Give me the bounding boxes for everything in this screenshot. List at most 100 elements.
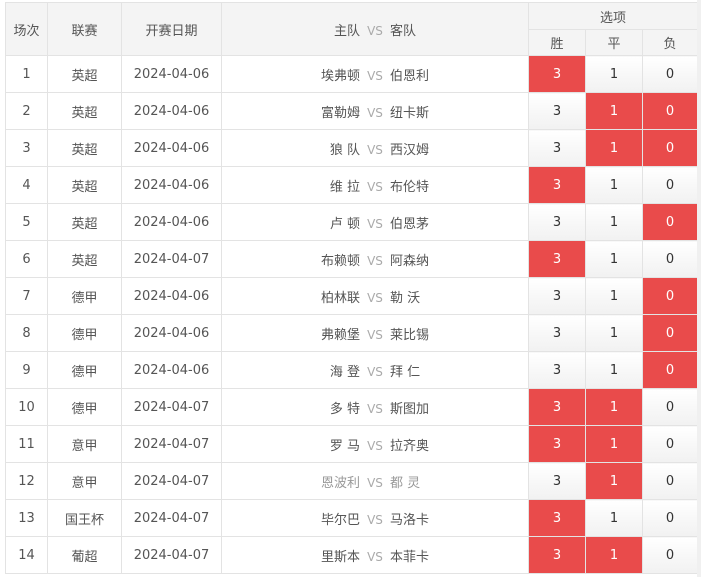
lose-option-button[interactable]: 0 — [641, 55, 699, 93]
win-option-button[interactable]: 3 — [528, 129, 586, 167]
round-number: 1 — [5, 55, 48, 93]
match-teams: 布赖顿 VS 阿森纳 — [221, 240, 529, 278]
away-team: 都 灵 — [390, 475, 421, 491]
lose-option-button[interactable]: 0 — [641, 166, 699, 204]
round-number: 5 — [5, 203, 48, 241]
away-team: 勒 沃 — [390, 290, 421, 306]
lose-option-button[interactable]: 0 — [641, 388, 699, 426]
draw-option-button[interactable]: 1 — [585, 240, 643, 278]
round-number: 7 — [5, 277, 48, 315]
lose-option-button[interactable]: 0 — [641, 203, 699, 241]
vs-label: VS — [367, 364, 383, 379]
draw-option-button[interactable]: 1 — [585, 536, 643, 574]
draw-option-button[interactable]: 1 — [585, 277, 643, 315]
match-row: 7 德甲 2024-04-06 柏林联 VS 勒 沃 310 — [5, 277, 699, 315]
header-win: 胜 — [528, 29, 586, 56]
header-options: 选项 — [527, 2, 699, 30]
lose-option-button[interactable]: 0 — [641, 277, 699, 315]
match-teams: 恩波利 VS 都 灵 — [221, 462, 529, 500]
draw-option-button[interactable]: 1 — [585, 499, 643, 537]
league-name: 英超 — [47, 92, 122, 130]
draw-option-button[interactable]: 1 — [585, 462, 643, 500]
win-option-button[interactable]: 3 — [528, 277, 586, 315]
win-option-button[interactable]: 3 — [528, 499, 586, 537]
away-team: 阿森纳 — [390, 253, 430, 269]
lose-option-button[interactable]: 0 — [641, 425, 699, 463]
away-team: 本菲卡 — [390, 549, 430, 565]
league-name: 德甲 — [47, 388, 122, 426]
match-teams: 毕尔巴 VS 马洛卡 — [221, 499, 529, 537]
league-name: 英超 — [47, 166, 122, 204]
league-name: 德甲 — [47, 277, 122, 315]
vs-label: VS — [367, 105, 383, 120]
round-number: 6 — [5, 240, 48, 278]
draw-option-button[interactable]: 1 — [585, 129, 643, 167]
away-team: 拜 仁 — [390, 364, 421, 380]
draw-option-button[interactable]: 1 — [585, 388, 643, 426]
vs-label: VS — [367, 475, 383, 490]
round-number: 8 — [5, 314, 48, 352]
match-teams: 弗赖堡 VS 莱比锡 — [221, 314, 529, 352]
vs-label: VS — [367, 401, 383, 416]
match-teams: 埃弗顿 VS 伯恩利 — [221, 55, 529, 93]
header-league: 联赛 — [47, 2, 122, 56]
win-option-button[interactable]: 3 — [528, 314, 586, 352]
match-teams: 柏林联 VS 勒 沃 — [221, 277, 529, 315]
match-teams: 卢 顿 VS 伯恩茅 — [221, 203, 529, 241]
match-teams: 多 特 VS 斯图加 — [221, 388, 529, 426]
vs-label: VS — [367, 179, 383, 194]
draw-option-button[interactable]: 1 — [585, 92, 643, 130]
draw-option-button[interactable]: 1 — [585, 55, 643, 93]
match-table: 场次 联赛 开赛日期 主队 VS 客队 选项 胜 平 负 1 英超 2024-04-06… — [5, 2, 699, 574]
away-team: 西汉姆 — [390, 142, 430, 158]
round-number: 2 — [5, 92, 48, 130]
home-team: 富勒姆 — [320, 105, 360, 121]
match-teams: 海 登 VS 拜 仁 — [221, 351, 529, 389]
draw-option-button[interactable]: 1 — [585, 314, 643, 352]
draw-option-button[interactable]: 1 — [585, 425, 643, 463]
away-team: 纽卡斯 — [390, 105, 430, 121]
match-row: 12 意甲 2024-04-07 恩波利 VS 都 灵 310 — [5, 462, 699, 500]
lose-option-button[interactable]: 0 — [641, 129, 699, 167]
match-row: 8 德甲 2024-04-06 弗赖堡 VS 莱比锡 3 1 0 — [5, 314, 699, 352]
win-option-button[interactable]: 3 — [528, 536, 586, 574]
home-team: 布赖顿 — [320, 253, 360, 269]
win-option-button[interactable]: 3 — [528, 240, 586, 278]
lose-option-button[interactable]: 0 — [641, 462, 699, 500]
match-teams: 里斯本 VS 本菲卡 — [221, 536, 529, 574]
lose-option-button[interactable]: 0 — [641, 92, 699, 130]
away-team: 伯恩茅 — [390, 216, 430, 232]
header-round: 场次 — [5, 2, 48, 56]
match-teams: 维 拉 VS 布伦特 — [221, 166, 529, 204]
win-option-button[interactable]: 3 — [528, 462, 586, 500]
home-team: 狼 队 — [329, 142, 360, 158]
lose-option-button[interactable]: 0 — [641, 351, 699, 389]
win-option-button[interactable]: 3 — [528, 203, 586, 241]
draw-option-button[interactable]: 1 — [585, 351, 643, 389]
round-number: 12 — [5, 462, 48, 500]
match-row: 13 国王杯 2024-04-07 毕尔巴 VS 马洛卡 3 1 0 — [5, 499, 699, 537]
win-option-button[interactable]: 3 — [528, 388, 586, 426]
win-option-button[interactable]: 3 — [528, 351, 586, 389]
round-number: 13 — [5, 499, 48, 537]
header-home: 主队 — [333, 23, 360, 39]
win-option-button[interactable]: 3 — [528, 92, 586, 130]
lose-option-button[interactable]: 0 — [641, 536, 699, 574]
league-name: 英超 — [47, 203, 122, 241]
win-option-button[interactable]: 3 — [528, 166, 586, 204]
header-vs: VS — [367, 23, 383, 38]
vs-label: VS — [367, 68, 383, 83]
league-name: 意甲 — [47, 425, 122, 463]
away-team: 斯图加 — [390, 401, 430, 417]
lose-option-button[interactable]: 0 — [641, 240, 699, 278]
table-header: 场次 联赛 开赛日期 主队 VS 客队 选项 胜 平 负 — [5, 2, 699, 56]
lose-option-button[interactable]: 0 — [641, 499, 699, 537]
lose-option-button[interactable]: 0 — [641, 314, 699, 352]
draw-option-button[interactable]: 1 — [585, 166, 643, 204]
scrollbar[interactable] — [697, 0, 701, 577]
draw-option-button[interactable]: 1 — [585, 203, 643, 241]
match-row: 1 英超 2024-04-06 埃弗顿 VS 伯恩利 3 1 0 — [5, 55, 699, 93]
match-teams: 罗 马 VS 拉齐奥 — [221, 425, 529, 463]
win-option-button[interactable]: 3 — [528, 425, 586, 463]
win-option-button[interactable]: 3 — [528, 55, 586, 93]
